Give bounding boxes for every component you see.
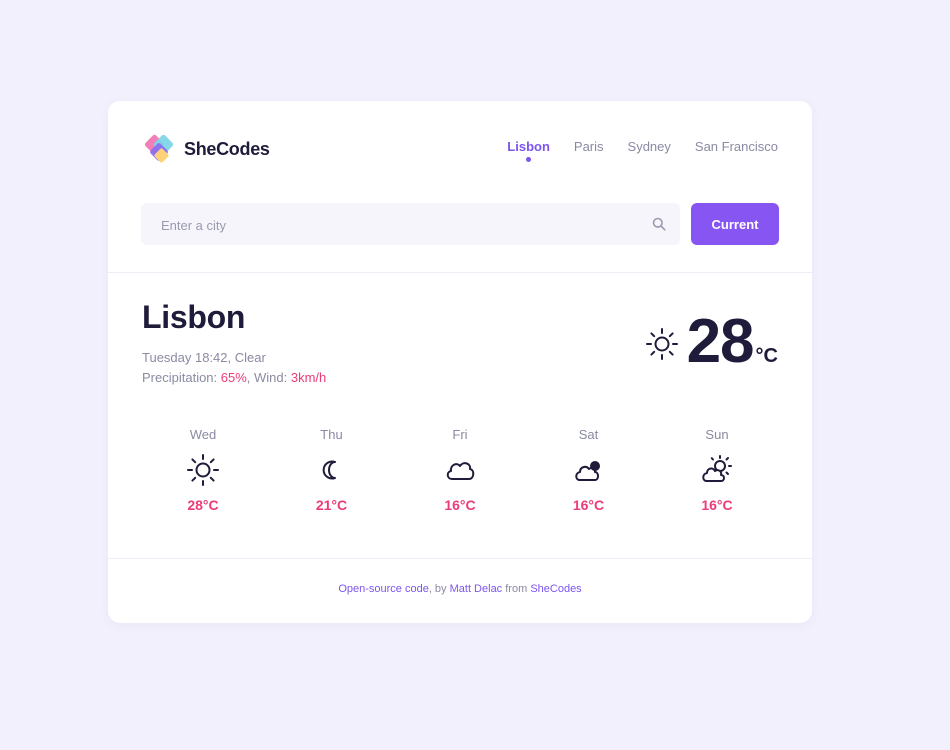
current-temperature: 28 °C — [645, 311, 778, 373]
wind-value: 3km/h — [290, 370, 327, 385]
author-link[interactable]: Matt Delac — [450, 583, 503, 595]
forecast-day: Sat 16°C — [527, 427, 651, 513]
date-condition-line: Tuesday 18:42, Clear — [142, 350, 266, 365]
precipitation-value: 65% — [220, 370, 247, 385]
precip-wind-line: Precipitation: 65%, Wind: 3km/h — [142, 368, 326, 388]
logo[interactable]: SheCodes — [142, 131, 270, 167]
forecast-day: Thu 21°C — [270, 427, 394, 513]
forecast-temp: 16°C — [444, 497, 476, 513]
condition: Clear — [234, 350, 266, 365]
shecodes-link[interactable]: SheCodes — [530, 583, 581, 595]
forecast-temp: 16°C — [701, 497, 733, 513]
forecast-temp: 28°C — [187, 497, 219, 513]
forecast-day-name: Sun — [705, 427, 729, 442]
forecast-day-name: Wed — [189, 427, 217, 442]
city-name: Lisbon — [142, 299, 246, 335]
temperature-value: 28 — [686, 307, 755, 376]
weather-card: SheCodes Lisbon Paris Sydney San Francis… — [108, 101, 812, 623]
forecast-day-name: Fri — [452, 427, 468, 442]
moon-icon — [322, 460, 336, 480]
open-source-link[interactable]: Open-source code — [338, 583, 429, 595]
search-icon[interactable] — [652, 217, 666, 231]
city-nav: Lisbon Paris Sydney San Francisco — [507, 139, 778, 162]
cloud-icon — [446, 462, 475, 480]
forecast-day: Wed 28°C — [141, 427, 265, 513]
search-row: Current — [141, 203, 779, 247]
forecast-day-name: Thu — [320, 427, 343, 442]
footer-text: , by — [428, 583, 450, 595]
forecast-day: Sun 16°C — [655, 427, 779, 513]
sun-icon — [187, 454, 219, 486]
nav-item-paris[interactable]: Paris — [574, 139, 604, 162]
current-location-button[interactable]: Current — [691, 203, 779, 245]
forecast: Wed 28°C Thu 21°C Fri 16°C Sat 16°C Sun … — [141, 427, 779, 513]
cloud-rain-icon — [574, 461, 600, 481]
precipitation-label: Precipitation: — [142, 370, 221, 385]
wind-label: , Wind: — [246, 370, 291, 385]
forecast-temp: 21°C — [315, 497, 348, 513]
divider — [108, 272, 812, 273]
forecast-day-name: Sat — [578, 427, 599, 442]
forecast-day: Fri 16°C — [398, 427, 522, 513]
sun-icon — [645, 328, 678, 360]
footer: Open-source code, by Matt Delac from She… — [108, 583, 812, 595]
search-box — [141, 203, 680, 247]
header: SheCodes Lisbon Paris Sydney San Francis… — [142, 131, 778, 171]
search-input[interactable] — [159, 203, 633, 247]
footer-text: from — [502, 583, 531, 595]
day-time: Tuesday 18:42 — [142, 350, 228, 365]
weather-details: Tuesday 18:42, Clear Precipitation: 65%,… — [142, 348, 326, 388]
nav-item-san-francisco[interactable]: San Francisco — [695, 139, 778, 162]
nav-item-lisbon[interactable]: Lisbon — [507, 139, 550, 162]
temperature-unit[interactable]: °C — [756, 345, 778, 368]
forecast-temp: 16°C — [572, 497, 605, 513]
shecodes-logo-icon — [144, 134, 174, 163]
partly-cloudy-icon — [702, 455, 732, 482]
brand-name: SheCodes — [184, 138, 270, 159]
divider — [108, 558, 812, 559]
nav-item-sydney[interactable]: Sydney — [628, 139, 671, 162]
